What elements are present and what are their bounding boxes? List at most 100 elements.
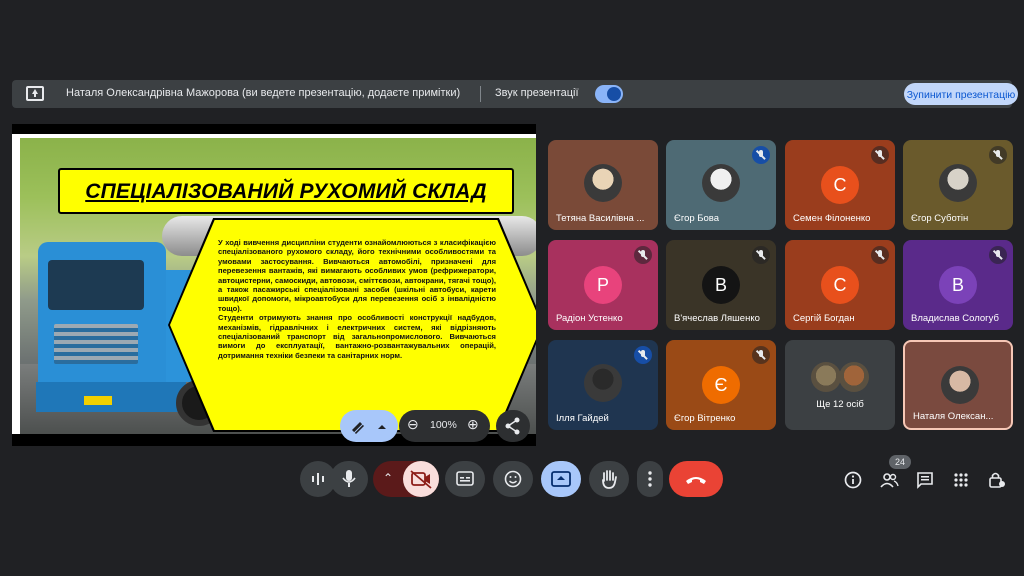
mic-off-icon	[752, 346, 770, 364]
mic-off-icon	[989, 246, 1007, 264]
avatar: В	[702, 266, 740, 304]
people-icon	[880, 473, 899, 488]
meeting-info-button[interactable]	[843, 470, 863, 490]
reactions-button[interactable]	[493, 461, 533, 497]
avatar	[811, 362, 841, 392]
lock-person-icon	[989, 472, 1005, 488]
hang-up-icon	[686, 477, 706, 484]
present-screen-icon	[551, 471, 571, 487]
participant-tile[interactable]: В Владислав Сологуб	[903, 240, 1013, 330]
present-now-button[interactable]	[541, 461, 581, 497]
presentation-sound-label: Звук презентації	[495, 87, 579, 99]
slide-title-box: СПЕЦІАЛІЗОВАНИЙ РУХОМИЙ СКЛАД	[58, 168, 514, 214]
stop-presentation-button[interactable]: Зупинити презентацію	[904, 83, 1018, 105]
microphone-icon	[342, 470, 356, 487]
chevron-up-icon: ⌃	[382, 471, 394, 485]
people-button[interactable]	[879, 470, 899, 490]
camera-off-icon	[410, 470, 432, 489]
slide-body-text: У ході вивчення дисципліни студенти озна…	[218, 238, 496, 360]
slide-text-hexagon: У ході вивчення дисципліни студенти озна…	[168, 218, 536, 432]
mic-off-icon	[634, 246, 652, 264]
pen-icon	[352, 422, 386, 434]
present-screen-icon	[26, 86, 44, 101]
mic-off-icon	[752, 146, 770, 164]
participant-name: В'ячеслав Ляшенко	[674, 313, 760, 324]
participant-tile[interactable]: Ще 12 осіб	[785, 340, 895, 430]
avatar: В	[939, 266, 977, 304]
zoom-level: 100%	[430, 419, 457, 431]
chat-button[interactable]	[915, 470, 935, 490]
participant-tile[interactable]: Наталя Олексан...	[903, 340, 1013, 430]
raise-hand-icon	[602, 470, 617, 489]
more-vert-icon	[648, 471, 652, 487]
avatar	[702, 164, 740, 202]
captions-icon	[456, 471, 474, 486]
participant-name: Наталя Олексан...	[913, 411, 994, 422]
mic-off-icon	[871, 246, 889, 264]
avatar	[584, 364, 622, 402]
info-icon	[844, 471, 862, 489]
banner-presenter-text: Наталя Олександрівна Мажорова (ви ведете…	[66, 87, 461, 99]
truck-plate	[84, 396, 112, 405]
participant-tile[interactable]: Єгор Бова	[666, 140, 776, 230]
participant-name: Єгор Бова	[674, 213, 720, 224]
avatar	[939, 164, 977, 202]
participant-name: Єгор Вітренко	[674, 413, 736, 424]
microphone-button[interactable]	[330, 461, 368, 497]
participant-name: Єгор Суботін	[911, 213, 969, 224]
presenting-banner: Наталя Олександрівна Мажорова (ви ведете…	[12, 80, 1018, 108]
avatar	[839, 362, 869, 392]
participant-name: Владислав Сологуб	[911, 313, 999, 324]
people-count-badge: 24	[889, 455, 911, 469]
avatar: С	[821, 266, 859, 304]
hexagon-fill: У ході вивчення дисципліни студенти озна…	[170, 220, 536, 430]
leave-call-button[interactable]	[669, 461, 723, 497]
mic-off-icon	[634, 346, 652, 364]
participant-tile[interactable]: В В'ячеслав Ляшенко	[666, 240, 776, 330]
truck-grille	[54, 324, 138, 364]
share-button[interactable]	[496, 410, 530, 442]
zoom-out-icon[interactable]: ⊖	[407, 416, 419, 433]
zoom-in-icon[interactable]: ⊕	[467, 416, 479, 433]
truck-window	[48, 260, 144, 310]
captions-button[interactable]	[445, 461, 485, 497]
share-icon	[505, 417, 520, 435]
participant-tile[interactable]: Ілля Гайдей	[548, 340, 658, 430]
toggle-knob	[607, 87, 621, 101]
raise-hand-button[interactable]	[589, 461, 629, 497]
avatar: Є	[702, 366, 740, 404]
apps-grid-icon	[954, 473, 968, 487]
participant-name: Семен Філоненко	[793, 213, 871, 224]
activities-button[interactable]	[951, 470, 971, 490]
participant-tile[interactable]: С Сергій Богдан	[785, 240, 895, 330]
participant-tile[interactable]: Є Єгор Вітренко	[666, 340, 776, 430]
camera-toggle-button[interactable]	[403, 461, 439, 497]
mic-off-icon	[752, 246, 770, 264]
avatar: С	[821, 166, 859, 204]
avatar	[941, 366, 979, 404]
presentation-slide: СПЕЦІАЛІЗОВАНИЙ РУХОМИЙ СКЛАД У ході вив…	[12, 124, 536, 446]
participant-tile[interactable]: С Семен Філоненко	[785, 140, 895, 230]
participant-name: Сергій Богдан	[793, 313, 855, 324]
participant-name: Ще 12 осіб	[816, 399, 864, 410]
banner-divider	[480, 86, 481, 102]
mic-off-icon	[871, 146, 889, 164]
participant-name: Тетяна Василівна ...	[556, 213, 645, 224]
participant-name: Ілля Гайдей	[556, 413, 609, 424]
mic-off-icon	[989, 146, 1007, 164]
annotation-pen-button[interactable]	[340, 410, 398, 442]
participant-tile[interactable]: Єгор Суботін	[903, 140, 1013, 230]
host-controls-button[interactable]	[987, 470, 1007, 490]
emoji-icon	[504, 470, 522, 488]
participant-tile[interactable]: Р Радіон Устенко	[548, 240, 658, 330]
more-options-button[interactable]	[637, 461, 663, 497]
avatar: Р	[584, 266, 622, 304]
slide-paragraph-1: У ході вивчення дисципліни студенти озна…	[218, 238, 496, 313]
avatar	[584, 164, 622, 202]
participant-name: Радіон Устенко	[556, 313, 623, 324]
slide-title: СПЕЦІАЛІЗОВАНИЙ РУХОМИЙ СКЛАД	[85, 180, 487, 203]
participant-tile[interactable]: Тетяна Василівна ...	[548, 140, 658, 230]
slide-paragraph-2: Студенти отримують знання про особливост…	[218, 313, 496, 360]
presentation-sound-toggle[interactable]	[595, 85, 623, 103]
chat-icon	[917, 472, 933, 489]
